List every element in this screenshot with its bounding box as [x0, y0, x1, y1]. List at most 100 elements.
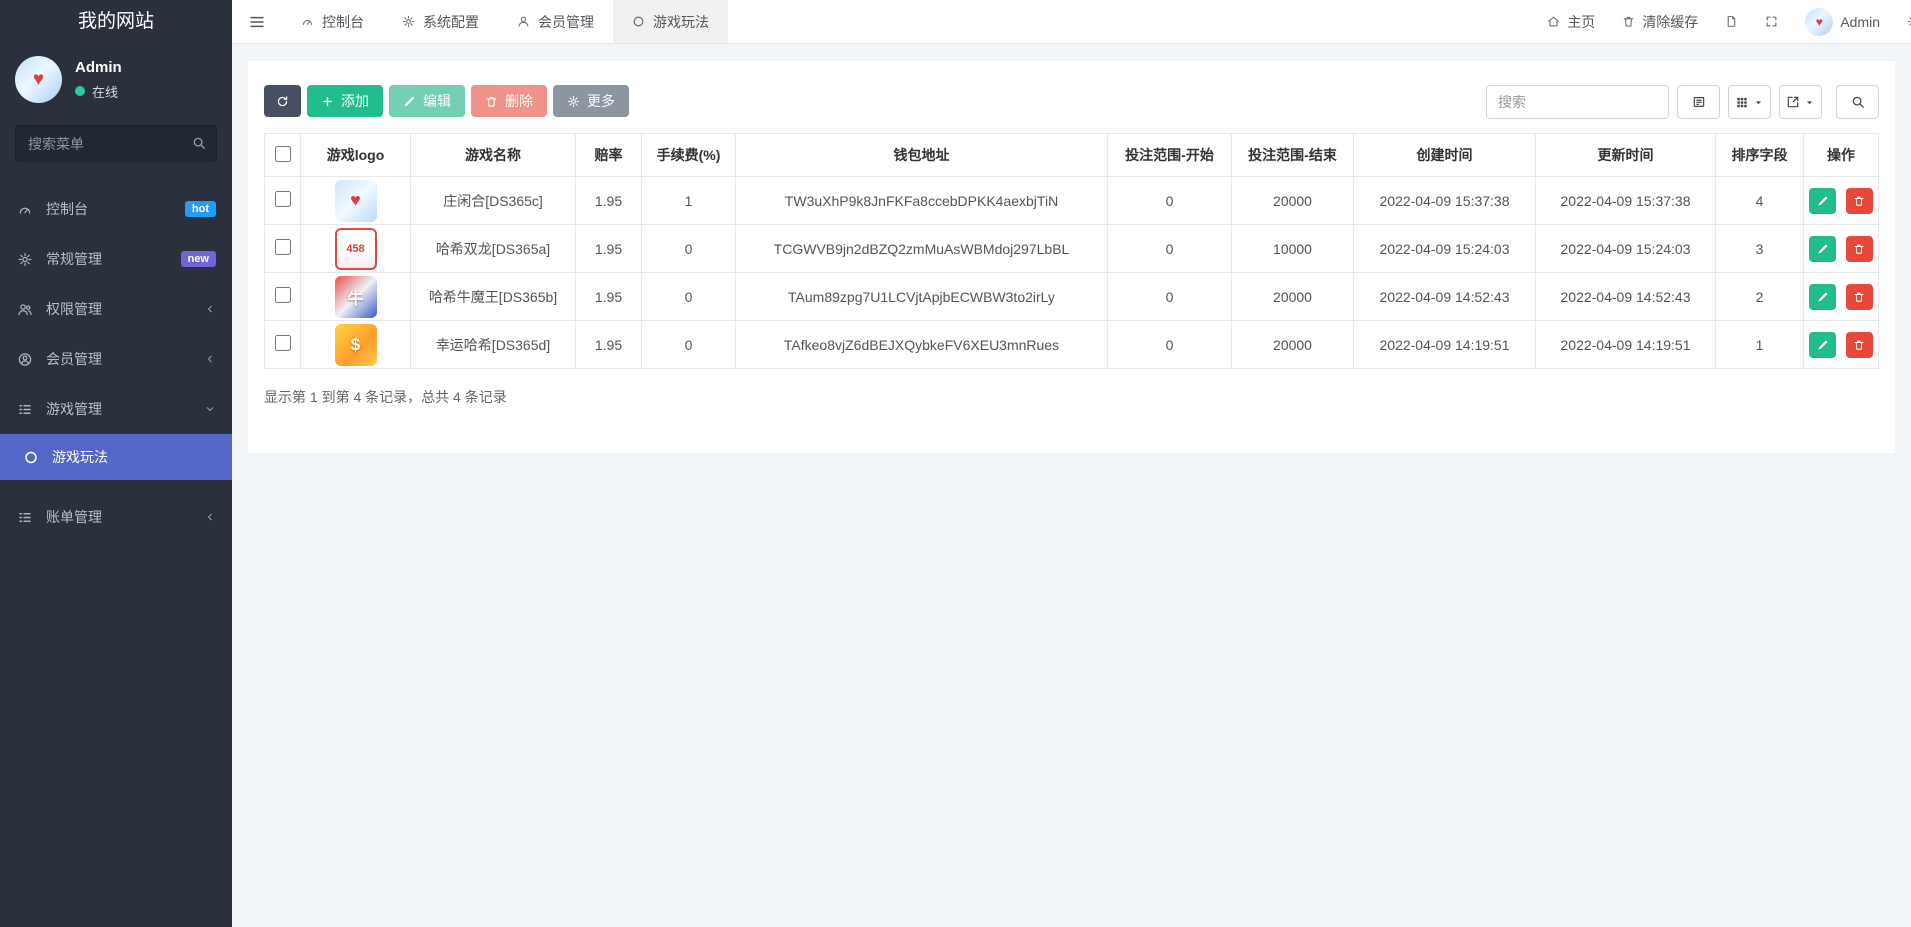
app-title: 我的网站: [77, 11, 154, 32]
sidebar-item-games[interactable]: 游戏管理: [0, 384, 232, 434]
columns-grid-icon: [1735, 95, 1749, 109]
col-header-name[interactable]: 游戏名称: [410, 133, 576, 177]
bet-end-cell: 20000: [1231, 272, 1354, 321]
row-checkbox[interactable]: [274, 191, 291, 207]
pencil-icon: [403, 95, 416, 108]
actions-cell: [1803, 224, 1879, 273]
col-header-wallet[interactable]: 钱包地址: [735, 133, 1108, 177]
pencil-icon: [1817, 195, 1829, 207]
col-header-created[interactable]: 创建时间: [1353, 133, 1536, 177]
main-content: 添加 编辑 删除 更多 搜索 游戏logo 游戏名称 赔率 手续费(%) 钱包地…: [232, 44, 1911, 927]
sidebar-item-dashboard[interactable]: 控制台 hot: [0, 184, 232, 234]
row-checkbox[interactable]: [274, 335, 291, 351]
clear-cache-button[interactable]: 清除缓存: [1622, 12, 1698, 32]
detail-view-button[interactable]: [1677, 85, 1720, 119]
row-edit-button[interactable]: [1809, 331, 1837, 358]
document-icon: [1725, 15, 1738, 28]
settings-button[interactable]: [1907, 15, 1911, 28]
col-header-logo[interactable]: 游戏logo: [300, 133, 411, 177]
edit-button[interactable]: 编辑: [389, 85, 465, 117]
row-edit-button[interactable]: [1809, 283, 1837, 310]
sidebar-item-auth[interactable]: 权限管理: [0, 284, 232, 334]
row-checkbox[interactable]: [274, 287, 291, 303]
columns-button[interactable]: [1728, 85, 1771, 119]
trash-icon: [1853, 243, 1865, 255]
odds-cell: 1.95: [575, 224, 642, 273]
table-row: 牛 哈希牛魔王[DS365b] 1.95 0 TAum89zpg7U1LCVjt…: [264, 272, 1879, 321]
created-cell: 2022-04-09 14:52:43: [1353, 272, 1536, 321]
search-button[interactable]: [1836, 85, 1879, 119]
col-header-updated[interactable]: 更新时间: [1535, 133, 1716, 177]
col-header-actions[interactable]: 操作: [1803, 133, 1879, 177]
sidebar-item-bills[interactable]: 账单管理: [0, 492, 232, 542]
fullscreen-button[interactable]: [1765, 15, 1778, 28]
plus-icon: [321, 95, 334, 108]
col-header-bet-end[interactable]: 投注范围-结束: [1231, 133, 1354, 177]
bet-start-cell: 0: [1107, 272, 1232, 321]
sidebar-item-label: 会员管理: [46, 351, 102, 367]
col-header-odds[interactable]: 赔率: [575, 133, 642, 177]
row-edit-button[interactable]: [1809, 235, 1837, 262]
delete-button[interactable]: 删除: [471, 85, 547, 117]
user-panel: ♥ Admin 在线: [0, 44, 232, 111]
edit-label: 编辑: [423, 93, 451, 109]
col-header-bet-start[interactable]: 投注范围-开始: [1107, 133, 1232, 177]
table-toolbar: 添加 编辑 删除 更多: [264, 85, 1879, 119]
user-menu[interactable]: ♥ Admin: [1805, 7, 1880, 36]
sidebar-item-label: 账单管理: [46, 509, 102, 525]
tab-members[interactable]: 会员管理: [498, 0, 613, 43]
row-delete-button[interactable]: [1845, 235, 1873, 262]
docs-button[interactable]: [1725, 15, 1738, 28]
sidebar-toggle-button[interactable]: [232, 0, 282, 43]
search-icon: [192, 136, 206, 150]
avatar: ♥: [1805, 7, 1834, 36]
row-delete-button[interactable]: [1845, 187, 1873, 214]
tab-system-config[interactable]: 系统配置: [383, 0, 498, 43]
game-name-cell: 幸运哈希[DS365d]: [410, 320, 576, 369]
tab-dashboard[interactable]: 控制台: [282, 0, 383, 43]
sidebar-menu: 控制台 hot 常规管理 new 权限管理 会员管理 游戏管理 游戏玩法 账单管…: [0, 184, 232, 542]
game-logo-glyph: ♥: [350, 190, 361, 210]
clear-cache-label: 清除缓存: [1642, 13, 1699, 30]
tab-label: 系统配置: [423, 13, 479, 30]
sidebar-item-gameplay[interactable]: 游戏玩法: [0, 434, 232, 480]
game-logo: $: [334, 323, 377, 366]
bet-end-cell: 20000: [1231, 320, 1354, 369]
row-edit-button[interactable]: [1809, 187, 1837, 214]
sidebar-item-members[interactable]: 会员管理: [0, 334, 232, 384]
wallet-cell: TW3uXhP9k8JnFKFa8ccebDPKK4aexbjTiN: [735, 176, 1108, 225]
new-badge: new: [180, 251, 216, 267]
col-header-fee[interactable]: 手续费(%): [641, 133, 736, 177]
table-search-input[interactable]: [1486, 85, 1669, 119]
chevron-left-icon: [204, 303, 216, 315]
export-button[interactable]: [1779, 85, 1822, 119]
table-header-row: 游戏logo 游戏名称 赔率 手续费(%) 钱包地址 投注范围-开始 投注范围-…: [264, 133, 1879, 177]
select-all-checkbox[interactable]: [274, 145, 291, 162]
actions-cell: [1803, 272, 1879, 321]
bet-end-cell: 10000: [1231, 224, 1354, 273]
sidebar-item-general[interactable]: 常规管理 new: [0, 234, 232, 284]
game-logo-glyph: $: [350, 334, 361, 354]
user-avatar[interactable]: ♥: [15, 56, 62, 103]
home-link[interactable]: 主页: [1547, 12, 1595, 32]
trash-icon: [1853, 195, 1865, 207]
col-header-sort[interactable]: 排序字段: [1715, 133, 1804, 177]
navbar-right: 主页 清除缓存 ♥ Admin: [1547, 0, 1911, 43]
add-button[interactable]: 添加: [307, 85, 383, 117]
more-button[interactable]: 更多: [553, 85, 629, 117]
bet-start-cell: 0: [1107, 176, 1232, 225]
fee-cell: 0: [641, 320, 736, 369]
record-summary: 显示第 1 到第 4 条记录，总共 4 条记录: [264, 389, 507, 405]
refresh-icon: [276, 95, 289, 108]
updated-cell: 2022-04-09 14:52:43: [1535, 272, 1716, 321]
row-checkbox[interactable]: [274, 239, 291, 255]
select-all-cell: [264, 133, 301, 177]
tab-gameplay[interactable]: 游戏玩法: [613, 0, 728, 43]
tachometer-icon: [16, 202, 34, 217]
row-delete-button[interactable]: [1845, 283, 1873, 310]
online-dot-icon: [75, 86, 85, 96]
game-logo-glyph: 牛: [347, 290, 364, 308]
menu-search-input[interactable]: [15, 125, 217, 162]
refresh-button[interactable]: [264, 85, 301, 117]
row-delete-button[interactable]: [1845, 331, 1873, 358]
